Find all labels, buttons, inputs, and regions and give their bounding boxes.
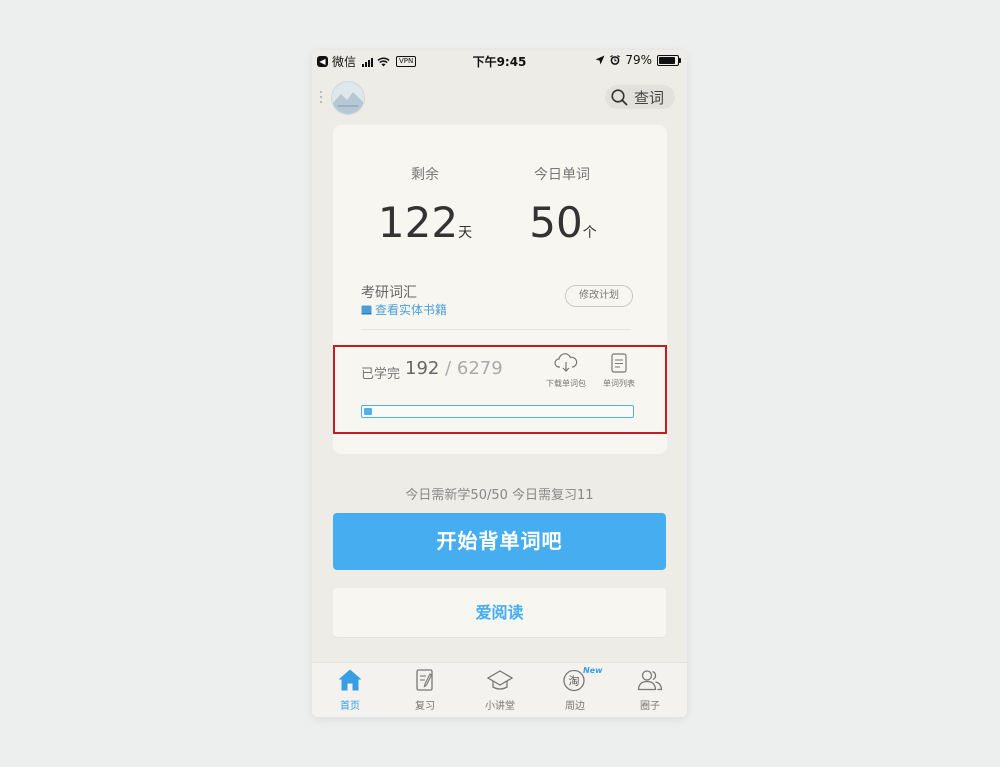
start-memorizing-button[interactable]: 开始背单词吧 <box>333 513 666 570</box>
review-icon <box>416 669 433 691</box>
view-book-link[interactable]: 查看实体书籍 <box>361 301 447 318</box>
card-divider <box>361 329 631 330</box>
today-words-unit: 个 <box>582 225 597 241</box>
today-words-value: 50个 <box>493 198 633 247</box>
book-title: 考研词汇 <box>361 285 417 301</box>
tab-lecture-label: 小讲堂 <box>485 701 515 712</box>
avatar-image-icon <box>332 82 364 114</box>
remaining-unit: 天 <box>458 225 473 241</box>
battery-icon <box>657 54 681 66</box>
today-words-count: 50 <box>529 198 583 247</box>
avatar[interactable] <box>331 81 365 115</box>
status-bar: ◀ 微信 VPN 下午9:45 79% <box>312 50 687 70</box>
battery-level <box>659 56 675 64</box>
tab-merch[interactable]: 淘 New 周边 <box>545 666 605 712</box>
home-icon <box>338 669 362 691</box>
tab-home[interactable]: 首页 <box>320 668 380 712</box>
remaining-days: 122 <box>377 198 459 247</box>
love-reading-button[interactable]: 爱阅读 <box>333 588 666 637</box>
tab-merch-label: 周边 <box>565 701 585 712</box>
tab-circle-label: 圈子 <box>640 701 660 712</box>
today-words-label: 今日单词 <box>534 167 590 183</box>
progress-highlight-frame <box>333 345 667 434</box>
new-badge: New <box>583 666 603 675</box>
tab-home-label: 首页 <box>340 701 360 712</box>
view-book-label: 查看实体书籍 <box>375 303 448 317</box>
remaining-value: 122天 <box>355 198 495 247</box>
search-button[interactable]: 查词 <box>605 85 675 109</box>
book-icon <box>361 305 372 314</box>
graduation-cap-icon <box>486 670 514 690</box>
status-right: 79% <box>595 53 681 67</box>
tab-review[interactable]: 复习 <box>395 668 455 712</box>
search-icon <box>611 88 628 105</box>
alarm-icon <box>610 55 621 65</box>
svg-text:淘: 淘 <box>569 675 580 688</box>
menu-dots-icon[interactable] <box>320 91 322 106</box>
phone-screen: ◀ 微信 VPN 下午9:45 79% 查词 剩余 122天 今日单词 50个 … <box>312 50 687 717</box>
remaining-label: 剩余 <box>411 167 439 183</box>
modify-plan-button[interactable]: 修改计划 <box>565 285 633 307</box>
tab-lecture[interactable]: 小讲堂 <box>470 668 530 712</box>
tab-review-label: 复习 <box>415 701 435 712</box>
tab-circle[interactable]: 圈子 <box>620 668 680 712</box>
people-icon <box>637 670 663 691</box>
battery-percent: 79% <box>625 53 652 67</box>
search-label: 查词 <box>634 88 665 107</box>
location-arrow-icon <box>595 55 605 65</box>
tab-bar: 首页 复习 小讲堂 淘 New 周边 圈子 <box>312 662 687 717</box>
today-task-summary: 今日需新学50/50 今日需复习11 <box>405 488 594 503</box>
